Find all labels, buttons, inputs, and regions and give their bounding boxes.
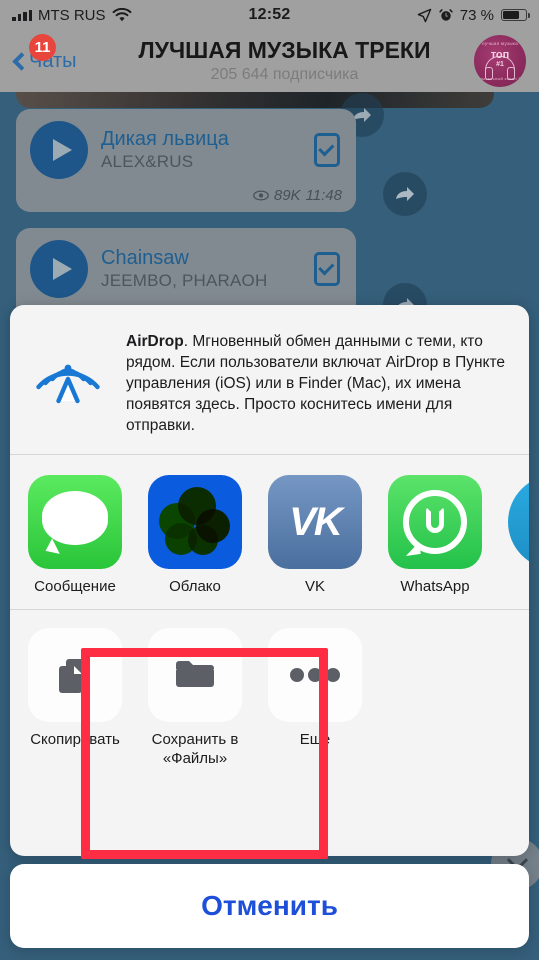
message-time: 11:48 <box>305 187 342 204</box>
track-title: Дикая львица <box>101 128 229 150</box>
share-action-label: Скопировать <box>30 731 120 749</box>
battery-percentage: 73 % <box>459 6 494 24</box>
channel-header[interactable]: ЛУЧШАЯ МУЗЫКА ТРЕКИ 205 644 подписчика <box>110 37 459 84</box>
navigation-bar: Чаты 11 ЛУЧШАЯ МУЗЫКА ТРЕКИ 205 644 подп… <box>0 30 539 92</box>
status-bar: MTS RUS 12:52 73 % <box>0 0 539 30</box>
share-action-copy[interactable]: Скопировать <box>28 628 122 844</box>
back-button[interactable]: Чаты 11 <box>10 33 77 73</box>
share-action-save-to-files[interactable]: Сохранить в «Файлы» <box>148 628 242 844</box>
share-app-label: Сообщение <box>34 578 116 596</box>
copy-icon <box>28 628 122 723</box>
airdrop-body: . Мгновенный обмен данными с теми, кто р… <box>126 333 506 435</box>
share-action-more[interactable]: Еще <box>268 628 362 844</box>
share-action-label: Еще <box>299 731 331 749</box>
share-app-cloud[interactable]: Облако <box>148 475 242 595</box>
share-app-vk[interactable]: VK VK <box>268 475 362 595</box>
share-app-label: VK <box>304 578 325 596</box>
avatar-bottom-text: музыкальный канал №1 <box>474 76 526 81</box>
airdrop-name: AirDrop <box>126 333 184 350</box>
airdrop-description: AirDrop. Мгновенный обмен данными с теми… <box>126 327 511 436</box>
airdrop-section[interactable]: AirDrop. Мгновенный обмен данными с теми… <box>10 305 529 454</box>
play-button[interactable] <box>30 240 88 298</box>
subscriber-count: 205 644 подписчика <box>210 65 359 83</box>
share-sheet: AirDrop. Мгновенный обмен данными с теми… <box>10 305 529 856</box>
unread-badge: 11 <box>29 33 56 61</box>
share-actions-row[interactable]: Скопировать Сохранить в «Файлы» Еще <box>10 610 529 856</box>
messages-icon <box>28 475 122 570</box>
mailru-cloud-icon <box>148 475 242 570</box>
share-app-label: WhatsApp <box>400 578 470 596</box>
view-count: 89K <box>273 187 301 204</box>
download-complete-icon[interactable] <box>314 252 340 286</box>
more-dots-icon <box>268 628 362 723</box>
alarm-clock-icon <box>439 9 453 21</box>
vk-icon: VK <box>268 475 362 570</box>
forward-button[interactable] <box>383 172 427 216</box>
whatsapp-icon <box>388 475 482 570</box>
telegram-icon <box>508 475 529 570</box>
track-artist: ALEX&RUS <box>101 152 194 171</box>
avatar-hash: #1 <box>496 61 504 68</box>
location-arrow-icon <box>417 8 432 22</box>
battery-icon <box>501 9 530 21</box>
share-app-whatsapp[interactable]: WhatsApp <box>388 475 482 595</box>
avatar[interactable]: лучшая музыка топ #1 музыкальный канал №… <box>474 35 526 87</box>
forward-arrow-icon <box>396 187 414 201</box>
share-action-label: Сохранить в «Файлы» <box>151 731 239 767</box>
eye-icon <box>253 190 269 201</box>
cellular-signal-icon <box>12 9 32 21</box>
page-title: ЛУЧШАЯ МУЗЫКА ТРЕКИ <box>138 37 431 64</box>
avatar-word: топ <box>490 49 510 61</box>
photo-message-bubble[interactable] <box>16 92 494 108</box>
carrier-name: MTS RUS <box>38 6 106 24</box>
track-artist: JEEMBO, PHARAOH <box>101 271 268 290</box>
message-meta: 89K 11:48 <box>253 187 342 204</box>
vk-glyph: VK <box>289 499 343 544</box>
track-title: Chainsaw <box>101 247 189 269</box>
share-apps-row[interactable]: Сообщение Облако VK VK WhatsApp <box>10 455 529 609</box>
airdrop-icon <box>26 327 110 411</box>
chevron-left-icon <box>12 51 31 71</box>
phone-screen: Дикая львица ALEX&RUS 89K 11:48 Chainsaw… <box>0 0 539 960</box>
share-app-messages[interactable]: Сообщение <box>28 475 122 595</box>
download-complete-icon[interactable] <box>314 133 340 167</box>
play-button[interactable] <box>30 121 88 179</box>
audio-message[interactable]: Дикая львица ALEX&RUS 89K 11:48 <box>16 109 356 212</box>
cancel-button[interactable]: Отменить <box>10 864 529 948</box>
share-app-telegram-partial[interactable] <box>508 475 529 595</box>
share-app-label: Облако <box>169 578 221 596</box>
folder-icon <box>148 628 242 723</box>
wifi-icon <box>112 7 131 21</box>
avatar-top-text: лучшая музыка <box>481 41 519 46</box>
